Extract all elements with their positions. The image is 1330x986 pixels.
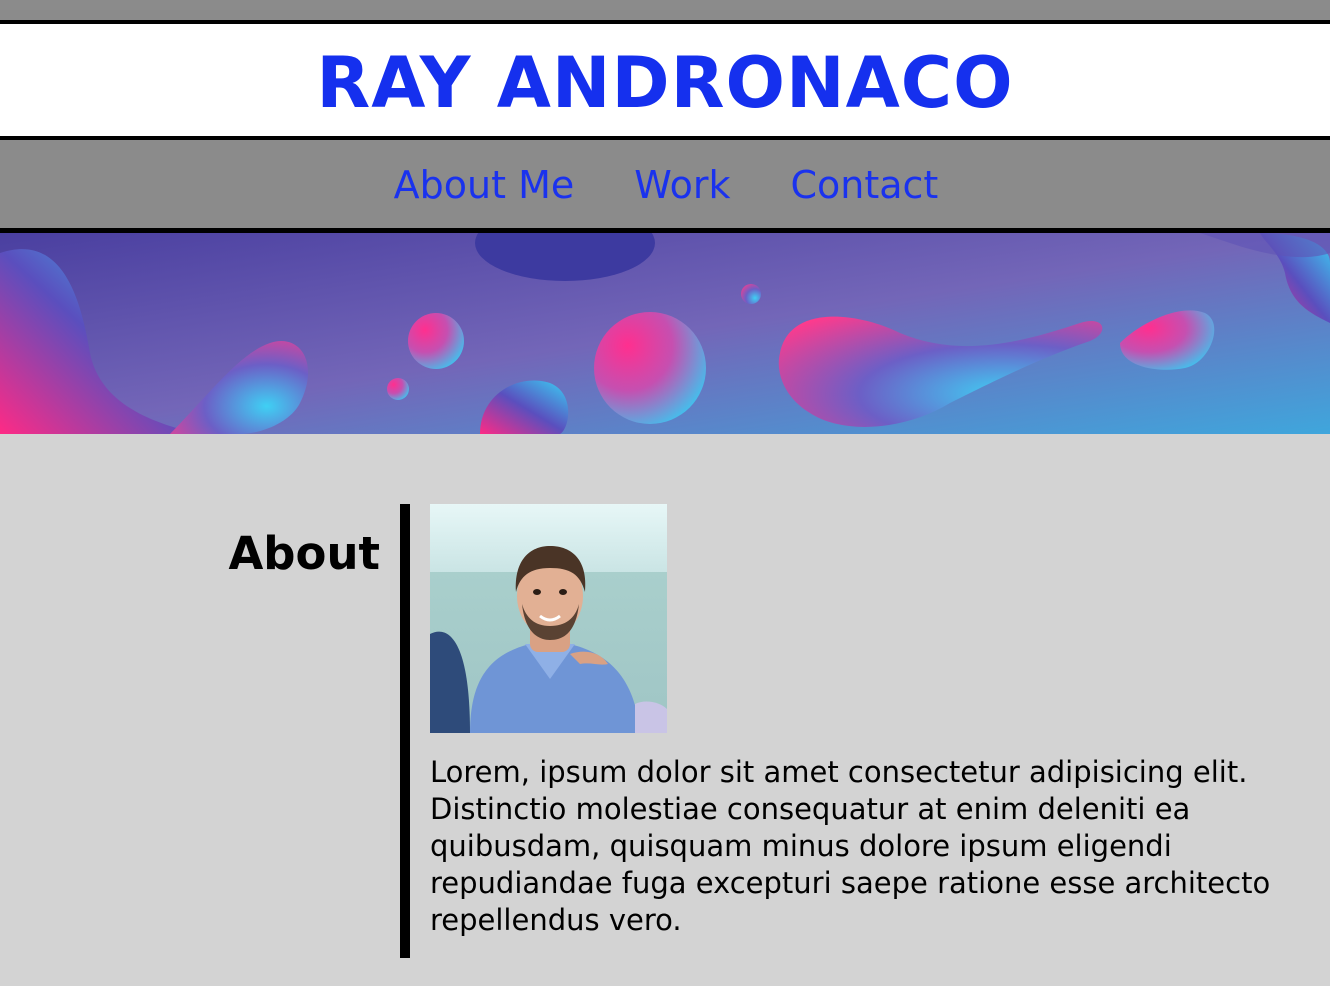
site-title: RAY ANDRONACO xyxy=(316,42,1014,124)
person-portrait-image xyxy=(430,504,667,733)
nav-link-contact[interactable]: Contact xyxy=(790,162,938,208)
profile-photo xyxy=(430,504,667,733)
nav-link-work[interactable]: Work xyxy=(634,162,730,208)
bio-text: Lorem, ipsum dolor sit amet consectetur … xyxy=(430,755,1271,937)
about-section: About Lorem, ipsum dolor sit amet consec… xyxy=(0,434,1330,986)
hero-abstract-bubbles-image xyxy=(0,233,1330,434)
nav-link-about-me[interactable]: About Me xyxy=(394,162,575,208)
vertical-divider xyxy=(400,504,410,958)
top-strip xyxy=(0,0,1330,20)
nav-links: About Me Work Contact xyxy=(0,162,1330,208)
main-nav: About Me Work Contact xyxy=(0,140,1330,233)
hero-banner xyxy=(0,233,1330,434)
section-heading-about: About xyxy=(228,527,380,580)
site-header: RAY ANDRONACO xyxy=(0,20,1330,140)
